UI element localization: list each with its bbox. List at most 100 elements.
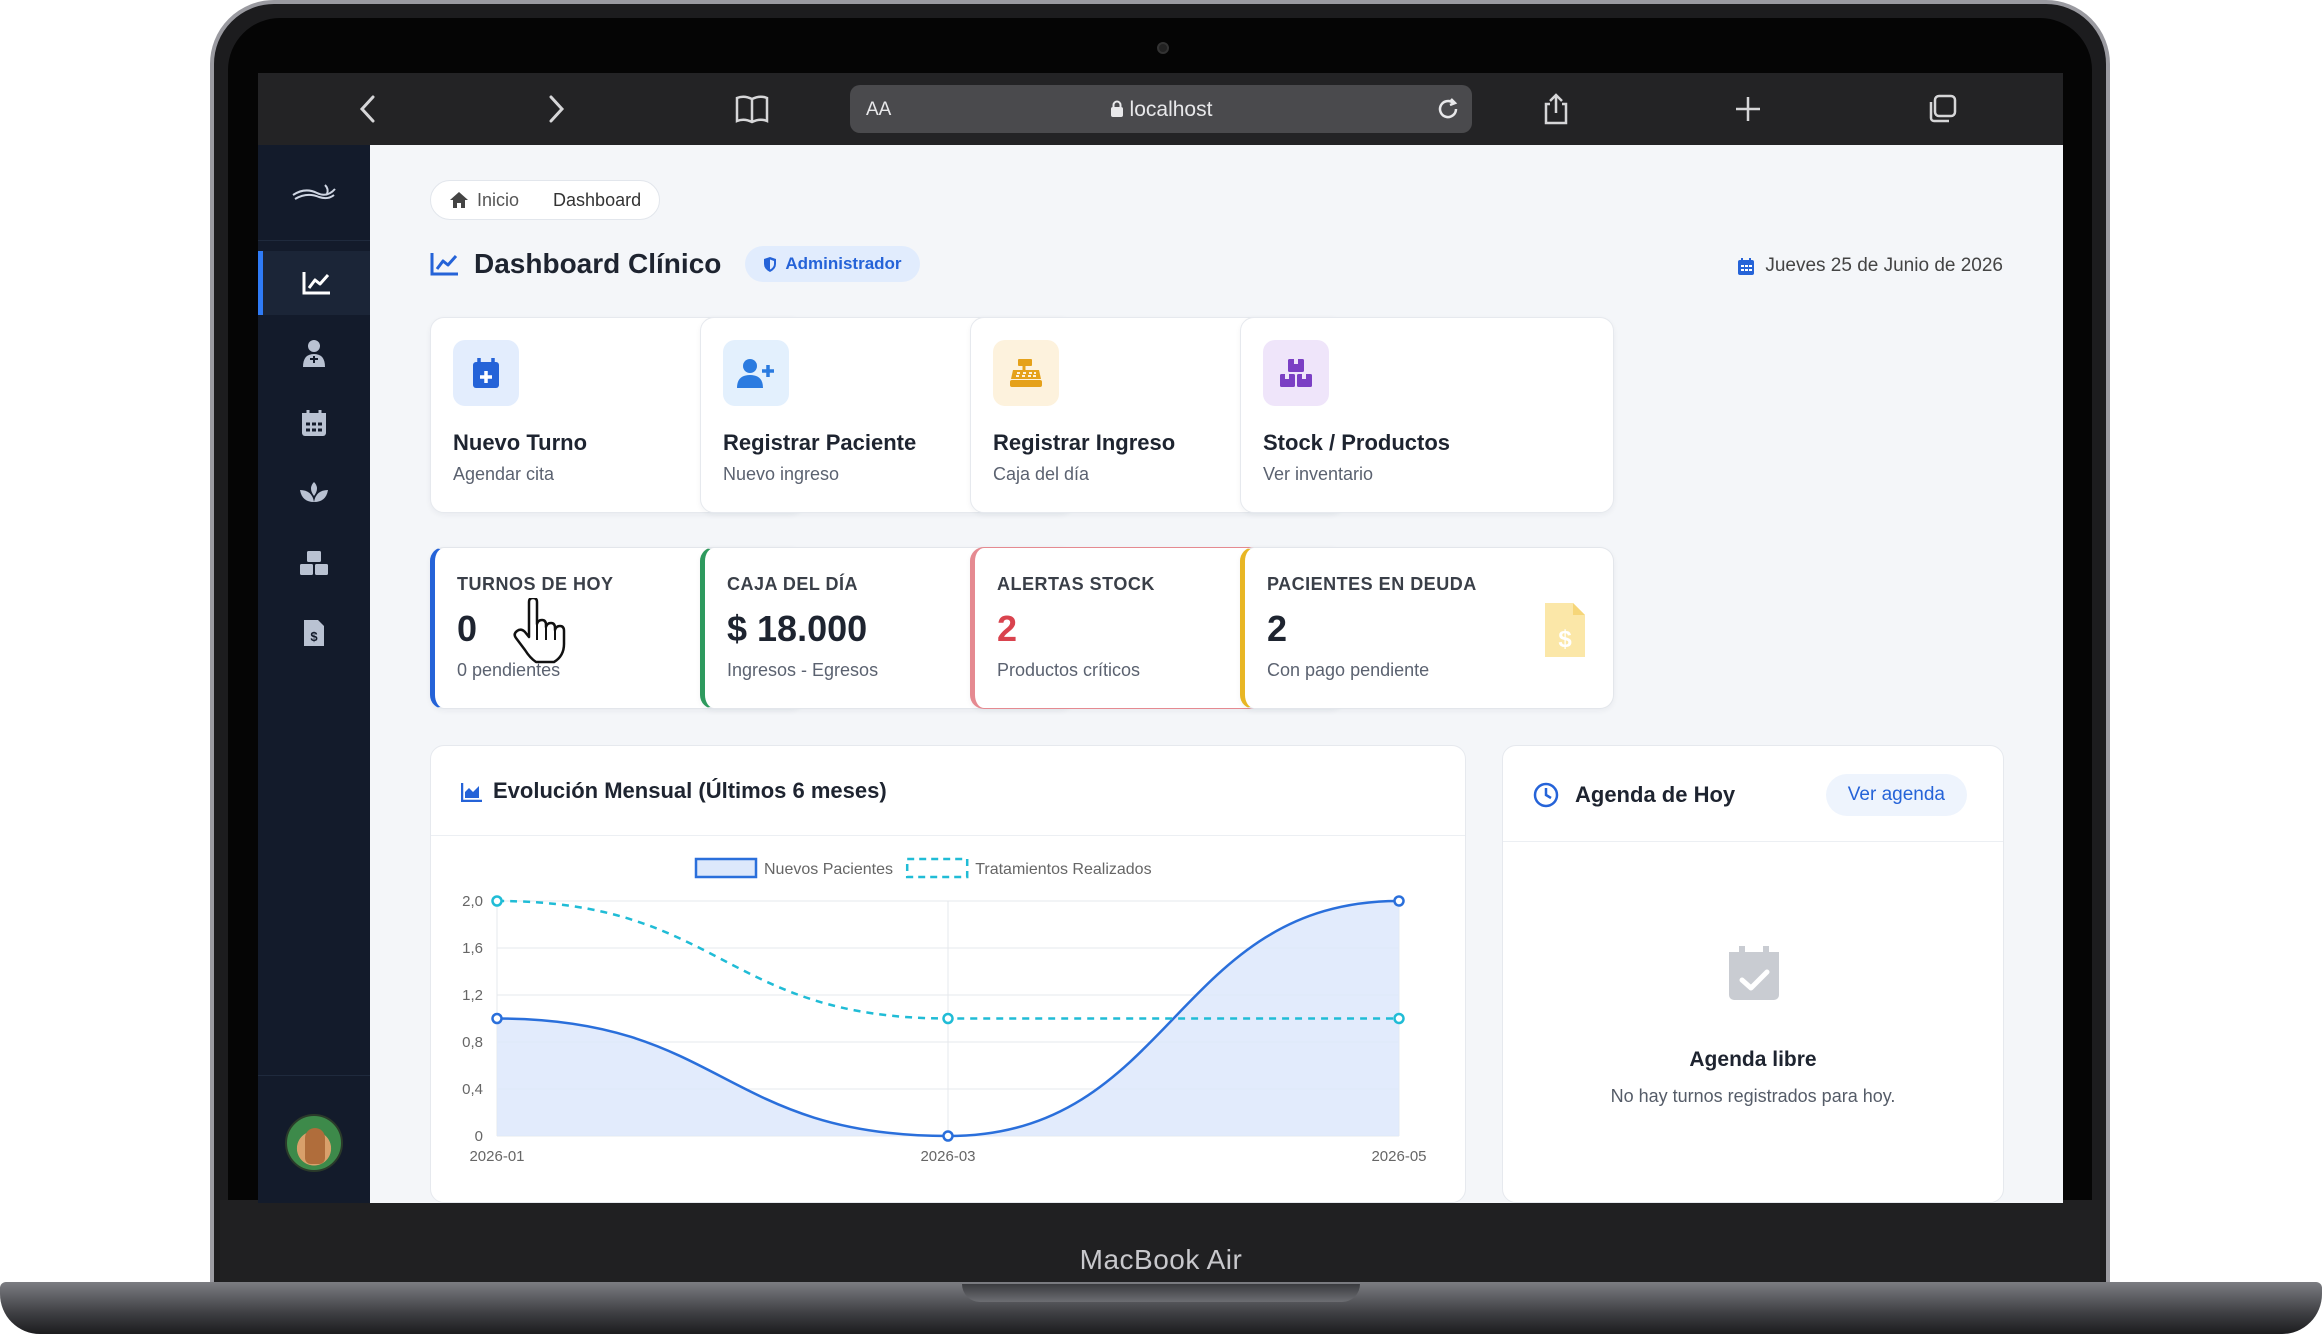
chart-card-monthly: Evolución Mensual (Últimos 6 meses) Nuev… [430, 745, 1466, 1203]
stat-subtitle: Con pago pendiente [1267, 660, 1430, 680]
quick-action-title: Registrar Paciente [723, 430, 917, 455]
y-tick-label: 1,6 [462, 940, 483, 957]
role-badge: Administrador [745, 246, 920, 282]
share-icon[interactable] [1538, 91, 1574, 127]
breadcrumb: Inicio Dashboard [430, 180, 661, 220]
bookmarks-icon[interactable] [734, 91, 770, 127]
data-point [491, 895, 503, 907]
avatar[interactable] [285, 1114, 343, 1172]
boxes-icon [1263, 340, 1329, 406]
screen: AA localhost $ Inicio Dashboard Dashboar… [258, 73, 2063, 1203]
hand-pointer-icon [513, 596, 569, 669]
boxes-icon [300, 551, 328, 575]
forward-icon[interactable] [538, 91, 574, 127]
data-point [942, 1012, 954, 1025]
tabs-icon[interactable] [1924, 91, 1960, 127]
quick-action-subtitle: Agendar cita [453, 464, 555, 484]
device-brand: MacBook Air [1079, 1244, 1243, 1275]
calendar-icon [302, 410, 326, 436]
sidebar-item-professionals[interactable] [258, 321, 370, 385]
shield-icon [764, 256, 777, 272]
chart-header: Evolución Mensual (Últimos 6 meses) [431, 746, 1465, 836]
quick-action-title: Nuevo Turno [453, 430, 588, 455]
main-content: Inicio Dashboard Dashboard Clínico Admin… [370, 145, 2063, 1203]
data-point [491, 1012, 503, 1025]
stat-label: PACIENTES EN DEUDA [1267, 574, 1477, 594]
y-tick-label: 0,8 [462, 1034, 483, 1051]
x-tick-label: 2026-03 [920, 1148, 975, 1165]
file-invoice-dollar-icon: $ [1537, 600, 1593, 660]
x-tick-label: 2026-01 [469, 1148, 524, 1165]
calendar-icon [1738, 257, 1755, 275]
cash-register-icon [993, 340, 1059, 406]
stat-label: CAJA DEL DÍA [727, 574, 859, 594]
sidebar-item-calendar[interactable] [258, 391, 370, 455]
line-chart: Nuevos Pacientes Tratamientos Realizados … [462, 857, 1427, 1165]
quick-action-title: Stock / Productos [1263, 430, 1451, 455]
quick-action-subtitle: Caja del día [993, 464, 1090, 484]
data-point [1393, 1012, 1405, 1025]
agenda-title: Agenda de Hoy [1575, 782, 1736, 807]
chart-legend: Nuevos Pacientes Tratamientos Realizados [694, 857, 1152, 879]
stat-card-patients-debt[interactable]: PACIENTES EN DEUDA 2 Con pago pendiente … [1240, 547, 1614, 709]
legend-label: Tratamientos Realizados [975, 861, 1151, 878]
data-point [942, 1130, 954, 1142]
legend-swatch [905, 857, 969, 879]
agenda-empty-title: Agenda libre [1689, 1048, 1817, 1071]
x-tick-label: 2026-05 [1371, 1148, 1426, 1165]
current-date: Jueves 25 de Junio de 2026 [1737, 255, 2003, 277]
user-doctor-icon [303, 340, 325, 367]
agenda-card: Agenda de Hoy Ver agenda Agenda libre No… [1502, 745, 2004, 1203]
new-tab-icon[interactable] [1730, 91, 1766, 127]
view-agenda-button[interactable]: Ver agenda [1825, 774, 1967, 816]
breadcrumb-home[interactable]: Inicio [449, 190, 519, 211]
sidebar-item-inventory[interactable] [258, 531, 370, 595]
home-icon [450, 192, 468, 208]
chart-line-icon [430, 253, 458, 276]
y-tick-label: 0,4 [462, 1081, 483, 1098]
quick-action-subtitle: Nuevo ingreso [723, 464, 840, 484]
file-invoice-dollar-icon: $ [304, 620, 324, 646]
stat-value: $ 18.000 [727, 608, 868, 649]
stat-value: 0 [457, 608, 478, 649]
y-tick-label: 2,0 [462, 893, 483, 910]
quick-action-stock[interactable]: Stock / Productos Ver inventario [1240, 317, 1614, 513]
calendar-check-icon [1727, 944, 1781, 1007]
stat-subtitle: Ingresos - Egresos [727, 660, 879, 680]
quick-action-subtitle: Ver inventario [1263, 464, 1374, 484]
spa-icon [300, 482, 328, 502]
svg-text:$: $ [310, 629, 318, 644]
agenda-header: Agenda de Hoy Ver agenda [1503, 746, 2003, 842]
stat-subtitle: Productos críticos [997, 660, 1141, 680]
lock-icon [1110, 100, 1123, 117]
user-plus-icon [723, 340, 789, 406]
sidebar-item-billing[interactable]: $ [258, 601, 370, 665]
sidebar-item-treatments[interactable] [258, 461, 370, 525]
stat-value: 2 [1267, 608, 1288, 649]
data-point [1393, 895, 1405, 907]
browser-toolbar: AA localhost [258, 73, 2063, 145]
camera [1157, 42, 1169, 54]
address-host: localhost [850, 98, 1472, 122]
sidebar-item-dashboard[interactable] [258, 251, 370, 315]
y-tick-label: 0 [475, 1128, 483, 1145]
breadcrumb-current: Dashboard [553, 189, 642, 210]
stat-value: 2 [997, 608, 1018, 649]
chart-line-icon [302, 272, 330, 295]
reload-icon[interactable] [1434, 95, 1462, 123]
chart-area-icon [461, 783, 482, 802]
app-logo[interactable] [258, 145, 370, 241]
page-header: Dashboard Clínico Administrador [430, 240, 920, 288]
quick-action-title: Registrar Ingreso [993, 430, 1176, 455]
stat-label: ALERTAS STOCK [997, 574, 1155, 594]
laptop-notch [962, 1284, 1360, 1302]
stat-label: TURNOS DE HOY [457, 574, 614, 594]
clock-icon [1533, 782, 1559, 808]
y-tick-label: 1,2 [462, 987, 483, 1004]
sidebar-footer [258, 1075, 370, 1203]
sidebar: $ [258, 145, 370, 1203]
legend-label: Nuevos Pacientes [764, 861, 893, 878]
address-bar[interactable]: AA localhost [850, 85, 1472, 133]
back-icon[interactable] [350, 91, 386, 127]
legend-swatch [694, 857, 758, 879]
